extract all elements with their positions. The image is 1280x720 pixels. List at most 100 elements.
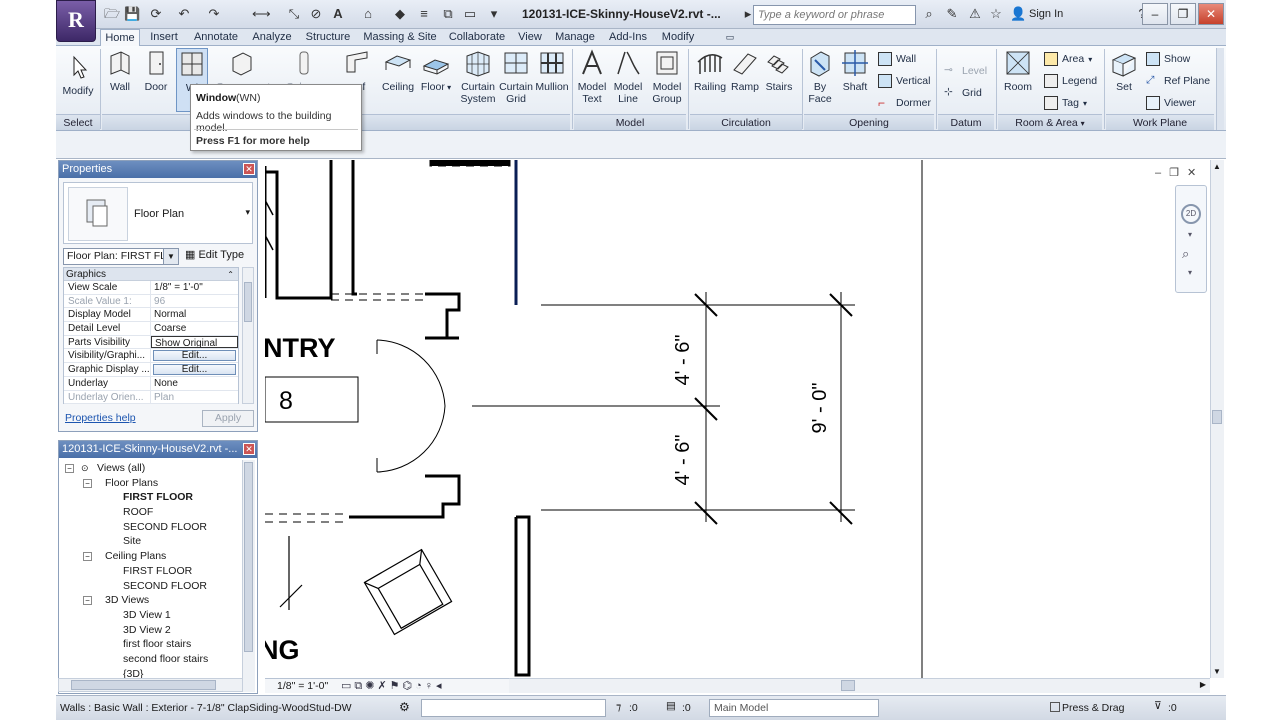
vertical-button[interactable]: Vertical (878, 74, 930, 88)
prop-value[interactable]: Coarse (151, 322, 238, 335)
close-icon[interactable]: ✕ (243, 163, 255, 175)
viewer-button[interactable]: Viewer (1146, 96, 1196, 110)
area-button[interactable]: Area ▾ (1044, 52, 1092, 66)
chevron-down-icon[interactable]: ▾ (1188, 230, 1192, 239)
ramp-button[interactable]: Ramp (728, 48, 762, 93)
workset-selector[interactable] (421, 699, 606, 717)
dimension-text-bottom[interactable]: 4' - 6" (672, 435, 694, 486)
level-button[interactable]: ⊸ Level (944, 64, 987, 78)
drawing-hscrollbar[interactable]: ▶ (509, 678, 1210, 693)
editable-icon[interactable]: ▤ (666, 700, 676, 712)
ref-plane-button[interactable]: ⤢ Ref Plane (1146, 74, 1210, 88)
scroll-right-icon[interactable]: ▶ (1200, 680, 1206, 689)
scroll-down-icon[interactable]: ▼ (1213, 667, 1221, 676)
model-line-button[interactable]: Model Line (610, 48, 646, 105)
drawing-vscrollbar[interactable]: ▲ ▼ (1210, 160, 1224, 678)
measure-icon[interactable]: ⟷ (252, 6, 271, 22)
model-text-button[interactable]: Model Text (574, 48, 610, 105)
help-search-input[interactable]: Type a keyword or phrase (753, 5, 916, 25)
main-model-selector[interactable]: Main Model (709, 699, 879, 717)
tab-manage[interactable]: Manage (550, 29, 600, 46)
scroll-up-icon[interactable]: ▲ (1213, 162, 1221, 171)
tree-node[interactable]: SECOND FLOOR (63, 520, 243, 535)
collapse-icon[interactable]: − (65, 464, 74, 473)
graphic-display-edit-button[interactable]: Edit... (153, 364, 236, 376)
grid-button[interactable]: ⊹ Grid (944, 86, 982, 100)
show-button[interactable]: Show (1146, 52, 1190, 66)
tree-node[interactable]: FIRST FLOOR (63, 564, 243, 579)
navigation-bar[interactable]: 2D ▾ ⌕ ▾ (1175, 185, 1207, 293)
view-scale[interactable]: 1/8" = 1'-0" (277, 680, 328, 692)
thin-lines-icon[interactable]: ≡ (416, 6, 432, 22)
curtain-grid-button[interactable]: Curtain Grid (496, 48, 536, 105)
collapse-icon[interactable]: − (83, 596, 92, 606)
floor-plan-drawing[interactable]: NTRY 8 NG 4' - 6" 4' - 6" 9' - 0" (265, 160, 1210, 678)
steering-wheel-icon[interactable]: 2D (1181, 204, 1201, 224)
tab-structure[interactable]: Structure (302, 29, 354, 46)
graphics-group-header[interactable]: Graphics ⌃ (64, 268, 238, 281)
prop-row-detail-level[interactable]: Detail Level Coarse (64, 322, 238, 336)
scroll-thumb[interactable] (841, 680, 855, 691)
redo-icon[interactable]: ↷ (206, 6, 222, 22)
close-hidden-icon[interactable]: ⧉ (440, 6, 456, 22)
tab-analyze[interactable]: Analyze (248, 29, 296, 46)
chevron-down-icon[interactable]: ▾ (245, 207, 250, 218)
collapse-icon[interactable]: ⌃ (227, 268, 234, 281)
communication-icon[interactable]: ⚠ (967, 6, 983, 22)
section-icon[interactable]: ◆ (392, 6, 408, 22)
text-icon[interactable]: A (330, 6, 346, 22)
prop-value[interactable]: None (151, 377, 238, 390)
room-button[interactable]: Room (1000, 48, 1036, 93)
scroll-thumb[interactable] (1212, 410, 1222, 424)
filter-icon[interactable]: ⊽ (1154, 700, 1162, 712)
save-icon[interactable]: 💾 (124, 6, 140, 22)
tree-node[interactable]: − Views (all) ⊙ (63, 461, 243, 476)
switch-windows-icon[interactable]: ▭ (462, 6, 478, 22)
dimension-text-top[interactable]: 4' - 6" (672, 335, 694, 386)
scroll-thumb[interactable] (244, 462, 253, 652)
prop-value[interactable]: Show Original (151, 335, 238, 348)
apply-button[interactable]: Apply (202, 410, 254, 427)
dimension-icon[interactable]: ⤡ (286, 6, 302, 22)
prop-row-visibility-graphics[interactable]: Visibility/Graphi... Edit... (64, 349, 238, 364)
tab-modify[interactable]: Modify (656, 29, 700, 46)
wall-button[interactable]: Wall (104, 48, 136, 93)
edit-type-button[interactable]: ▦ Edit Type (185, 248, 244, 261)
tree-node[interactable]: first floor stairs (63, 637, 243, 652)
properties-scrollbar[interactable] (242, 267, 254, 404)
legend-button[interactable]: Legend (1044, 74, 1097, 88)
stairs-button[interactable]: Stairs (762, 48, 796, 93)
by-face-button[interactable]: By Face (804, 48, 836, 105)
mullion-button[interactable]: Mullion (534, 48, 570, 93)
tree-node[interactable]: SECOND FLOOR (63, 579, 243, 594)
worksets-icon[interactable]: ⚙ (399, 700, 410, 714)
browser-hscrollbar[interactable] (58, 678, 243, 692)
close-button[interactable]: ✕ (1198, 3, 1224, 25)
tab-collaborate[interactable]: Collaborate (444, 29, 510, 46)
tree-node[interactable]: ROOF (63, 505, 243, 520)
floor-button[interactable]: Floor ▾ (418, 48, 454, 94)
tree-node[interactable]: 3D View 2 (63, 623, 243, 638)
drawing-area[interactable]: NTRY 8 NG 4' - 6" 4' - 6" 9' - 0" (265, 160, 1210, 678)
tree-node[interactable]: second floor stairs (63, 652, 243, 667)
tab-add-ins[interactable]: Add-Ins (604, 29, 652, 46)
undo-icon[interactable]: ↶ (176, 6, 192, 22)
tree-node[interactable]: 3D View 1 (63, 608, 243, 623)
restore-button[interactable]: ❐ (1170, 3, 1196, 25)
tag-icon[interactable]: ⊘ (308, 6, 324, 22)
tree-node[interactable]: FIRST FLOOR (63, 490, 243, 505)
sign-in-link[interactable]: Sign In (1029, 8, 1063, 20)
prop-row-underlay[interactable]: Underlay None (64, 376, 238, 391)
chevron-down-icon[interactable]: ▾ (1188, 268, 1192, 277)
browser-scrollbar[interactable] (242, 460, 255, 692)
close-icon[interactable]: ✕ (243, 443, 255, 455)
tab-massing-site[interactable]: Massing & Site (360, 29, 440, 46)
visibility-edit-button[interactable]: Edit... (153, 350, 236, 362)
application-menu-button[interactable]: R (56, 0, 96, 42)
collapse-icon[interactable]: − (83, 478, 92, 488)
view-window-controls[interactable]: –❐✕ (1155, 166, 1204, 179)
prop-row-view-scale[interactable]: View Scale 1/8" = 1'-0" (64, 281, 238, 295)
favorites-icon[interactable]: ☆ (988, 6, 1004, 22)
prop-row-display-model[interactable]: Display Model Normal (64, 308, 238, 323)
curtain-system-button[interactable]: Curtain System (458, 48, 498, 105)
